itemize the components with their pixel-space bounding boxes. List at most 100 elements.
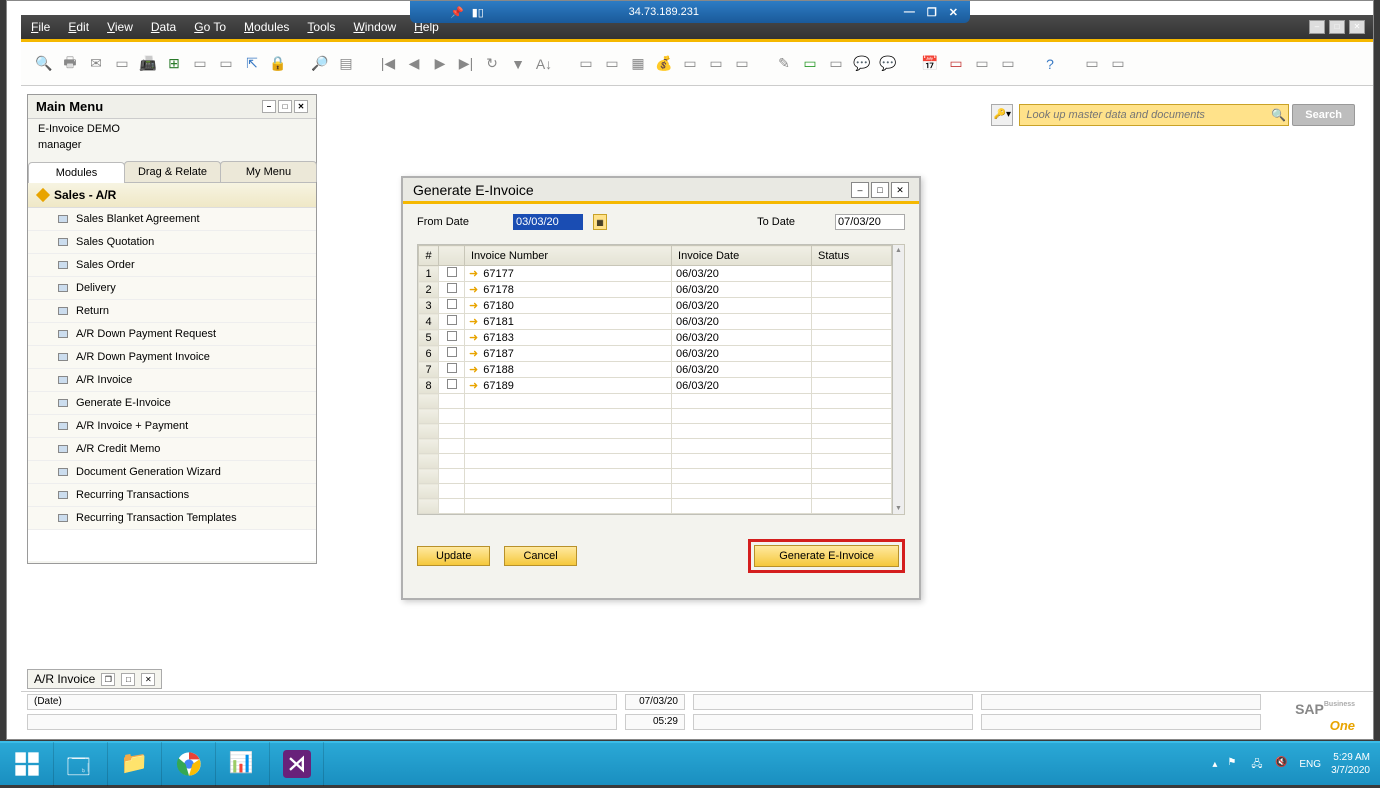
search-input[interactable] <box>1019 104 1289 126</box>
row-checkbox[interactable] <box>447 267 457 277</box>
row-checkbox[interactable] <box>447 347 457 357</box>
context-icon[interactable]: ▭ <box>1081 53 1103 75</box>
main-menu-titlebar[interactable]: Main Menu – □ ✕ <box>28 95 316 119</box>
tree-section-sales-ar[interactable]: Sales - A/R <box>28 183 316 208</box>
tray-up-icon[interactable]: ▴ <box>1212 759 1217 770</box>
tray-language[interactable]: ENG <box>1299 759 1321 770</box>
chrome-taskbar-icon[interactable] <box>162 742 216 786</box>
col-checkbox[interactable] <box>439 246 465 266</box>
drilldown-icon[interactable]: ➜ <box>469 316 478 328</box>
mm-maximize-button[interactable]: □ <box>278 100 292 113</box>
from-date-input[interactable] <box>513 214 583 230</box>
search-glass-icon[interactable]: 🔍 <box>1271 108 1286 122</box>
menu-view[interactable]: View <box>107 20 133 34</box>
last-record-icon[interactable]: ▶| <box>455 53 477 75</box>
tree-item[interactable]: Document Generation Wizard <box>28 461 316 484</box>
tray-sound-icon[interactable]: 🔇 <box>1275 757 1289 771</box>
menu-data[interactable]: Data <box>151 20 176 34</box>
tab-modules[interactable]: Modules <box>28 162 125 183</box>
prev-record-icon[interactable]: ◀ <box>403 53 425 75</box>
target-doc-icon[interactable]: ▭ <box>601 53 623 75</box>
visual-studio-taskbar-icon[interactable] <box>270 742 324 786</box>
payment-means-icon[interactable]: 💰 <box>653 53 675 75</box>
tree-item[interactable]: A/R Down Payment Request <box>28 323 316 346</box>
refresh-icon[interactable]: ↻ <box>481 53 503 75</box>
word-icon[interactable]: ▭ <box>189 53 211 75</box>
search-button[interactable]: Search <box>1292 104 1355 126</box>
excel-icon[interactable]: ⊞ <box>163 53 185 75</box>
form-settings-icon[interactable]: ▭ <box>799 53 821 75</box>
col-invoice-number[interactable]: Invoice Number <box>465 246 672 266</box>
menu-window[interactable]: Window <box>353 20 396 34</box>
filter-icon[interactable]: ▼ <box>507 53 529 75</box>
to-date-input[interactable] <box>835 214 905 230</box>
menu-modules[interactable]: Modules <box>244 20 289 34</box>
drilldown-icon[interactable]: ➜ <box>469 348 478 360</box>
grid-row[interactable]: 5➜ 6718306/03/20 <box>419 330 892 346</box>
base-doc-icon[interactable]: ▭ <box>575 53 597 75</box>
query-manager-icon[interactable]: ▭ <box>825 53 847 75</box>
row-checkbox[interactable] <box>447 299 457 309</box>
tab-drag-relate[interactable]: Drag & Relate <box>124 161 221 182</box>
tree-item[interactable]: Recurring Transactions <box>28 484 316 507</box>
tree-item[interactable]: A/R Credit Memo <box>28 438 316 461</box>
transaction-icon[interactable]: ▭ <box>731 53 753 75</box>
next-record-icon[interactable]: ▶ <box>429 53 451 75</box>
preview-icon[interactable]: 🔍 <box>33 53 55 75</box>
lock-icon[interactable]: 🔒 <box>267 53 289 75</box>
first-record-icon[interactable]: |◀ <box>377 53 399 75</box>
tree-item[interactable]: Sales Blanket Agreement <box>28 208 316 231</box>
find-icon[interactable]: 🔎 <box>309 53 331 75</box>
mm-close-button[interactable]: ✕ <box>294 100 308 113</box>
file-explorer-taskbar-icon[interactable]: 📁 <box>108 742 162 786</box>
app-close-button[interactable]: ✕ <box>1349 20 1365 34</box>
col-status[interactable]: Status <box>812 246 892 266</box>
tray-flag-icon[interactable]: ⚑ <box>1227 757 1241 771</box>
app-restore-button[interactable]: □ <box>1329 20 1345 34</box>
mm-minimize-button[interactable]: – <box>262 100 276 113</box>
print-icon[interactable]: 🖶 <box>59 53 81 75</box>
add-icon[interactable]: ▤ <box>335 53 357 75</box>
app-minimize-button[interactable]: – <box>1309 20 1325 34</box>
row-checkbox[interactable] <box>447 363 457 373</box>
menu-tools[interactable]: Tools <box>307 20 335 34</box>
start-button[interactable] <box>0 742 54 786</box>
drilldown-icon[interactable]: ➜ <box>469 284 478 296</box>
tree-item[interactable]: A/R Invoice + Payment <box>28 415 316 438</box>
tree-item[interactable]: A/R Down Payment Invoice <box>28 346 316 369</box>
from-date-calendar-icon[interactable]: ▦ <box>593 214 607 230</box>
gross-profit-icon[interactable]: ▦ <box>627 53 649 75</box>
drilldown-icon[interactable]: ➜ <box>469 268 478 280</box>
cancel-button[interactable]: Cancel <box>504 546 576 566</box>
grid-row[interactable]: 4➜ 6718106/03/20 <box>419 314 892 330</box>
generate-einvoice-button[interactable]: Generate E-Invoice <box>754 545 899 567</box>
help-icon[interactable]: ? <box>1039 53 1061 75</box>
cockpit-icon[interactable]: ▭ <box>1107 53 1129 75</box>
row-checkbox[interactable] <box>447 315 457 325</box>
grid-row[interactable]: 7➜ 6718806/03/20 <box>419 362 892 378</box>
search-scope-button[interactable]: 🔑▾ <box>991 104 1013 126</box>
dlg-minimize-button[interactable]: – <box>851 182 869 198</box>
grid-row[interactable]: 6➜ 6718706/03/20 <box>419 346 892 362</box>
pdf-icon[interactable]: ▭ <box>215 53 237 75</box>
tree-item[interactable]: Generate E-Invoice <box>28 392 316 415</box>
launch-icon[interactable]: ⇱ <box>241 53 263 75</box>
tree-item[interactable]: Sales Quotation <box>28 231 316 254</box>
rdp-restore-icon[interactable]: ❐ <box>927 6 937 19</box>
row-checkbox[interactable] <box>447 283 457 293</box>
sap-b1-taskbar-icon[interactable]: 📊 <box>216 742 270 786</box>
grid-row[interactable]: 1➜ 6717706/03/20 <box>419 266 892 282</box>
invoice-grid[interactable]: # Invoice Number Invoice Date Status 1➜ … <box>417 244 893 515</box>
rdp-minimize-icon[interactable]: — <box>904 6 915 19</box>
grid-row[interactable]: 8➜ 6718906/03/20 <box>419 378 892 394</box>
sms-icon[interactable]: ▭ <box>111 53 133 75</box>
messages-icon[interactable]: 💬 <box>851 53 873 75</box>
email-icon[interactable]: ✉ <box>85 53 107 75</box>
tree-item[interactable]: Delivery <box>28 277 316 300</box>
ar-invoice-minimized[interactable]: A/R Invoice ❐ □ ✕ <box>27 669 162 689</box>
grid-row[interactable]: 3➜ 6718006/03/20 <box>419 298 892 314</box>
tray-clock[interactable]: 5:29 AM 3/7/2020 <box>1331 751 1370 777</box>
server-manager-taskbar-icon[interactable]: 🗔 <box>54 742 108 786</box>
tree-item[interactable]: Return <box>28 300 316 323</box>
grid-scrollbar[interactable] <box>893 244 905 515</box>
